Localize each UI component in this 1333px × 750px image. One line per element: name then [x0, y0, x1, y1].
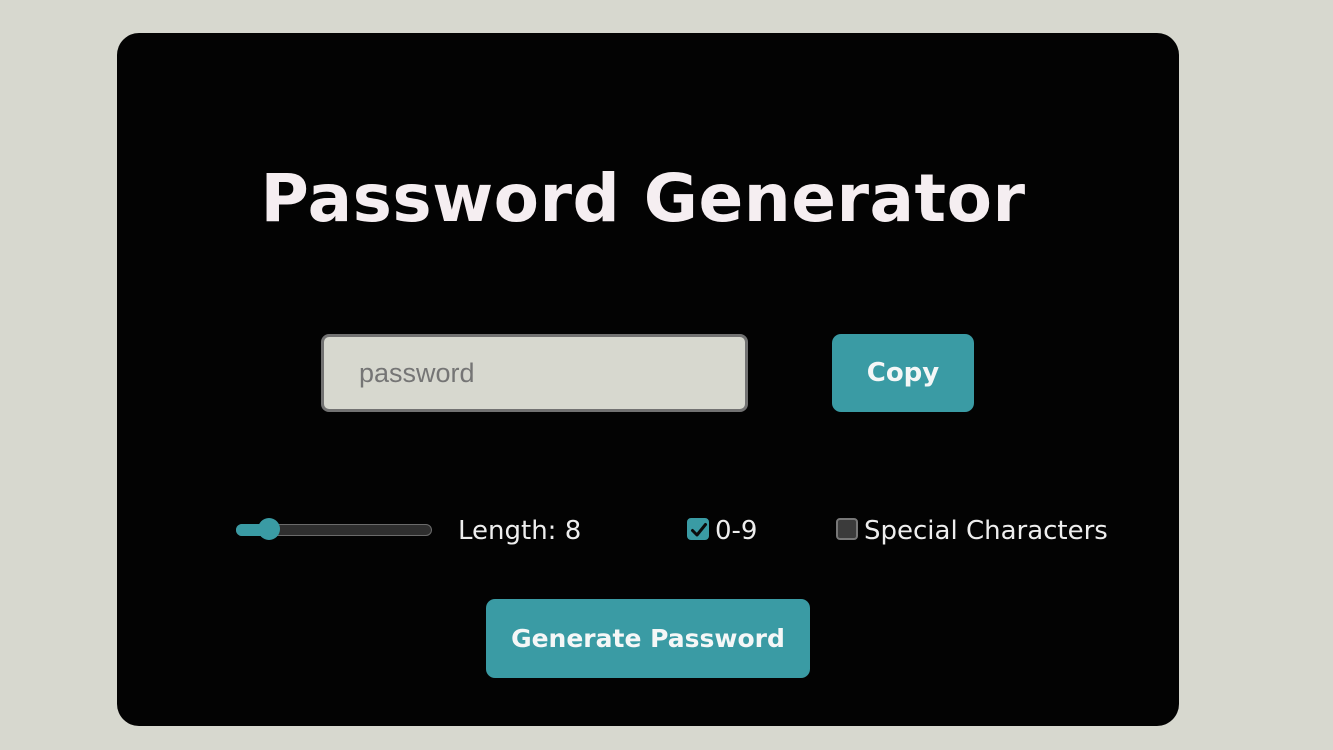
page-title: Password Generator: [260, 160, 1026, 237]
slider-thumb[interactable]: [258, 518, 281, 540]
special-characters-checkbox[interactable]: [836, 518, 858, 540]
check-icon: [691, 523, 707, 537]
generate-password-button[interactable]: Generate Password: [486, 599, 810, 678]
length-label: Length: 8: [458, 516, 582, 546]
digits-checkbox[interactable]: [687, 518, 709, 540]
copy-button[interactable]: Copy: [832, 334, 974, 412]
special-characters-label: Special Characters: [864, 516, 1108, 546]
password-generator-card: Password Generator Copy Length: 8 0-9 Sp…: [117, 33, 1179, 726]
length-slider[interactable]: [236, 518, 432, 540]
digits-option-label: 0-9: [715, 516, 758, 546]
password-output-field[interactable]: [321, 334, 748, 412]
